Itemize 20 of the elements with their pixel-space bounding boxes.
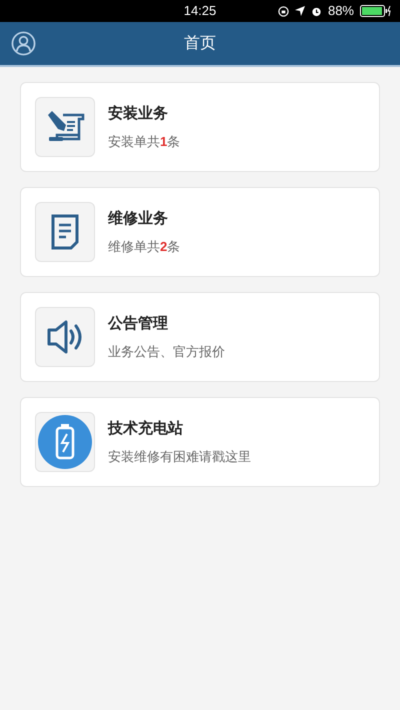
lock-rotation-icon bbox=[278, 6, 289, 16]
card-subtitle: 安装单共1条 bbox=[108, 132, 180, 150]
alarm-clock-icon bbox=[310, 6, 322, 16]
location-arrow-icon bbox=[294, 6, 305, 16]
card-title: 技术充电站 bbox=[108, 419, 184, 439]
menu-card[interactable]: 技术充电站 安装维修有困难请戳这里 bbox=[20, 397, 380, 487]
menu-card[interactable]: 维修业务 维修单共2条 bbox=[20, 187, 380, 277]
card-subtitle: 安装维修有困难请戳这里 bbox=[108, 448, 251, 466]
menu-card[interactable]: 安装业务 安装单共1条 bbox=[20, 82, 380, 172]
card-title: 安装业务 bbox=[108, 104, 169, 124]
card-subtitle: 维修单共2条 bbox=[108, 238, 180, 256]
battery-percent: 88% bbox=[328, 2, 354, 20]
card-title: 维修业务 bbox=[108, 209, 169, 229]
menu-card[interactable]: 公告管理 业务公告、官方报价 bbox=[20, 292, 380, 382]
user-icon[interactable] bbox=[11, 31, 36, 56]
status-time: 14:25 bbox=[184, 2, 216, 20]
battery-icon bbox=[360, 5, 392, 17]
page-title: 首页 bbox=[184, 34, 216, 54]
card-title: 公告管理 bbox=[108, 314, 169, 334]
card-subtitle: 业务公告、官方报价 bbox=[108, 342, 225, 360]
